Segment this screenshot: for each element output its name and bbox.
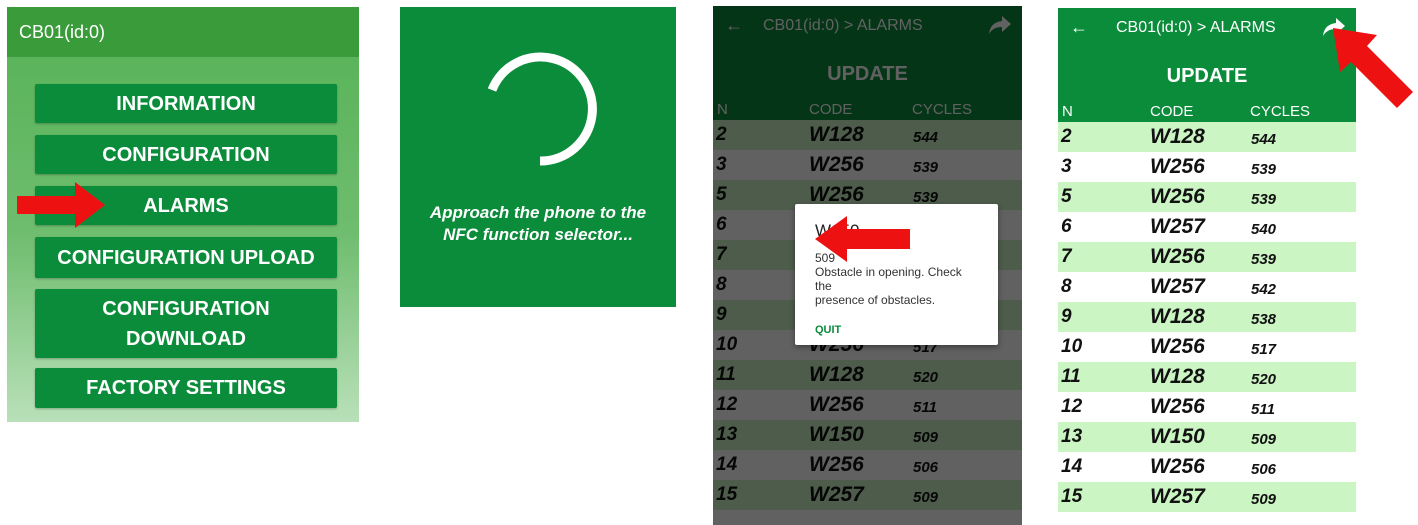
nfc-message-line1: Approach the phone to the (429, 203, 647, 222)
table-row[interactable]: 5 W256 539 (1058, 182, 1356, 212)
row-code: W256 (1150, 395, 1205, 418)
row-number: 2 (1061, 126, 1072, 147)
row-number: 10 (1061, 336, 1083, 357)
row-cycles: 539 (1251, 191, 1277, 208)
back-arrow-icon[interactable]: ← (1070, 17, 1088, 38)
row-cycles: 520 (1251, 371, 1277, 388)
dialog-description-line1: Obstacle in opening. Check the (815, 265, 962, 293)
row-cycles: 506 (1251, 461, 1277, 478)
nfc-message-line2: NFC function selector... (443, 225, 633, 244)
table-row[interactable]: 14 W256 506 (1058, 452, 1356, 482)
table-row[interactable]: 11 W128 520 (1058, 362, 1356, 392)
menu-app-bar: CB01(id:0) (7, 7, 359, 57)
configuration-upload-button[interactable]: CONFIGURATION UPLOAD (35, 237, 337, 278)
table-row[interactable]: 15 W257 509 (1058, 482, 1356, 512)
table-row[interactable]: 10 W256 517 (1058, 332, 1356, 362)
column-header-cycles: CYCLES (1250, 103, 1311, 120)
row-cycles: 539 (1251, 161, 1277, 178)
quit-button[interactable]: QUIT (815, 324, 978, 336)
row-number: 7 (1061, 246, 1072, 267)
table-row[interactable]: 6 W257 540 (1058, 212, 1356, 242)
red-arrow-icon (815, 216, 910, 262)
row-number: 8 (1061, 276, 1072, 297)
factory-settings-button[interactable]: FACTORY SETTINGS (35, 368, 337, 408)
red-arrow-icon (1333, 28, 1413, 108)
row-code: W257 (1150, 485, 1205, 508)
alarms-screen: ← CB01(id:0) > ALARMS UPDATE N CODE CYCL… (1058, 8, 1356, 522)
red-arrow-icon (17, 182, 105, 228)
row-cycles: 542 (1251, 281, 1277, 298)
row-code: W128 (1150, 305, 1205, 328)
row-cycles: 544 (1251, 131, 1277, 148)
configuration-button[interactable]: CONFIGURATION (35, 135, 337, 174)
table-row[interactable]: 8 W257 542 (1058, 272, 1356, 302)
loading-spinner-icon (487, 52, 597, 166)
column-header-code: CODE (1150, 103, 1194, 120)
table-row[interactable]: 7 W256 539 (1058, 242, 1356, 272)
row-number: 5 (1061, 186, 1072, 207)
row-cycles: 538 (1251, 311, 1277, 328)
nfc-message: Approach the phone to the NFC function s… (400, 202, 676, 246)
row-cycles: 517 (1251, 341, 1277, 358)
row-number: 13 (1061, 426, 1083, 447)
alarms-list: 2 W128 544 3 W256 539 5 W256 539 6 W257 540 7 W256 539… (1058, 122, 1356, 512)
row-cycles: 511 (1251, 401, 1275, 418)
update-button[interactable]: UPDATE (1058, 65, 1356, 88)
row-code: W257 (1150, 275, 1205, 298)
row-cycles: 540 (1251, 221, 1277, 238)
row-code: W256 (1150, 335, 1205, 358)
row-code: W256 (1150, 155, 1205, 178)
table-row[interactable]: 2 W128 544 (1058, 122, 1356, 152)
row-number: 14 (1061, 456, 1083, 477)
table-row[interactable]: 13 W150 509 (1058, 422, 1356, 452)
alarms-header: ← CB01(id:0) > ALARMS UPDATE N CODE CYCL… (1058, 8, 1356, 122)
row-cycles: 539 (1251, 251, 1277, 268)
row-code: W150 (1150, 425, 1205, 448)
table-row[interactable]: 3 W256 539 (1058, 152, 1356, 182)
table-row[interactable]: 12 W256 511 (1058, 392, 1356, 422)
row-code: W256 (1150, 185, 1205, 208)
row-number: 6 (1061, 216, 1072, 237)
row-number: 9 (1061, 306, 1072, 327)
row-code: W256 (1150, 245, 1205, 268)
column-header-n: N (1062, 103, 1073, 120)
row-code: W128 (1150, 365, 1205, 388)
row-number: 12 (1061, 396, 1083, 417)
alarms-dialog-screen: ← CB01(id:0) > ALARMS UPDATE N CODE CYCL… (713, 6, 1022, 525)
row-cycles: 509 (1251, 491, 1277, 508)
row-number: 15 (1061, 486, 1083, 507)
table-row[interactable]: 9 W128 538 (1058, 302, 1356, 332)
row-cycles: 509 (1251, 431, 1277, 448)
breadcrumb: CB01(id:0) > ALARMS (1116, 19, 1276, 36)
row-code: W257 (1150, 215, 1205, 238)
row-number: 11 (1061, 366, 1081, 387)
row-code: W128 (1150, 125, 1205, 148)
configuration-download-button[interactable]: CONFIGURATION DOWNLOAD (35, 289, 337, 358)
information-button[interactable]: INFORMATION (35, 84, 337, 123)
nfc-screen: Approach the phone to the NFC function s… (400, 7, 676, 307)
row-number: 3 (1061, 156, 1072, 177)
dialog-description-line2: presence of obstacles. (815, 293, 936, 307)
menu-title: CB01(id:0) (19, 22, 106, 42)
row-code: W256 (1150, 455, 1205, 478)
